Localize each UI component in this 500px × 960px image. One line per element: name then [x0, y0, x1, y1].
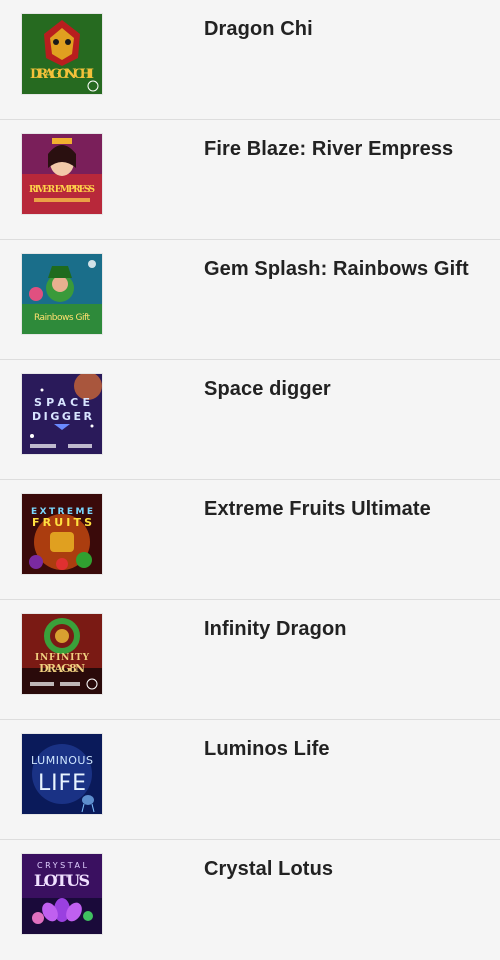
- svg-text:DRAGON CHI: DRAGON CHI: [30, 67, 94, 82]
- extreme-fruits-thumbnail-icon[interactable]: EXTREME FRUITS: [21, 493, 103, 575]
- game-list-item[interactable]: SPACE DIGGER Space digger: [0, 360, 500, 480]
- svg-text:DIGGER: DIGGER: [32, 410, 93, 423]
- game-list-item[interactable]: LUMINOUS LIFE Luminos Life: [0, 720, 500, 840]
- game-title[interactable]: Crystal Lotus: [204, 858, 333, 881]
- svg-text:LUMINOUS: LUMINOUS: [31, 754, 93, 767]
- game-list-item[interactable]: CRYSTAL LOTUS Crystal Lotus: [0, 840, 500, 960]
- game-title[interactable]: Infinity Dragon: [204, 618, 347, 641]
- game-title[interactable]: Dragon Chi: [204, 18, 313, 41]
- game-title[interactable]: Space digger: [204, 378, 331, 401]
- svg-text:CRYSTAL: CRYSTAL: [37, 861, 88, 870]
- river-empress-thumbnail-icon[interactable]: RIVER EMPRESS: [21, 133, 103, 215]
- luminous-life-thumbnail-icon[interactable]: LUMINOUS LIFE: [21, 733, 103, 815]
- game-title[interactable]: Luminos Life: [204, 738, 330, 761]
- game-list-item[interactable]: INFINITY DRAG8N Infinity Dragon: [0, 600, 500, 720]
- rainbows-gift-thumbnail-icon[interactable]: Rainbows Gift: [21, 253, 103, 335]
- crystal-lotus-thumbnail-icon[interactable]: CRYSTAL LOTUS: [21, 853, 103, 935]
- game-list-item[interactable]: DRAGON CHI Dragon Chi: [0, 0, 500, 120]
- dragon-chi-thumbnail-icon[interactable]: DRAGON CHI: [21, 13, 103, 95]
- game-title[interactable]: Gem Splash: Rainbows Gift: [204, 258, 469, 281]
- game-list: DRAGON CHI Dragon Chi RIVER EMPRESS Fire…: [0, 0, 500, 960]
- svg-text:LIFE: LIFE: [38, 771, 86, 796]
- infinity-dragon-thumbnail-icon[interactable]: INFINITY DRAG8N: [21, 613, 103, 695]
- game-list-item[interactable]: EXTREME FRUITS Extreme Fruits Ultimate: [0, 480, 500, 600]
- svg-text:Rainbows Gift: Rainbows Gift: [34, 313, 90, 323]
- svg-text:DRAG8N: DRAG8N: [39, 662, 85, 675]
- svg-text:LOTUS: LOTUS: [34, 871, 90, 890]
- space-digger-thumbnail-icon[interactable]: SPACE DIGGER: [21, 373, 103, 455]
- game-title[interactable]: Fire Blaze: River Empress: [204, 138, 453, 161]
- svg-text:RIVER EMPRESS: RIVER EMPRESS: [29, 185, 95, 195]
- game-list-item[interactable]: Rainbows Gift Gem Splash: Rainbows Gift: [0, 240, 500, 360]
- game-title[interactable]: Extreme Fruits Ultimate: [204, 498, 431, 521]
- game-list-item[interactable]: RIVER EMPRESS Fire Blaze: River Empress: [0, 120, 500, 240]
